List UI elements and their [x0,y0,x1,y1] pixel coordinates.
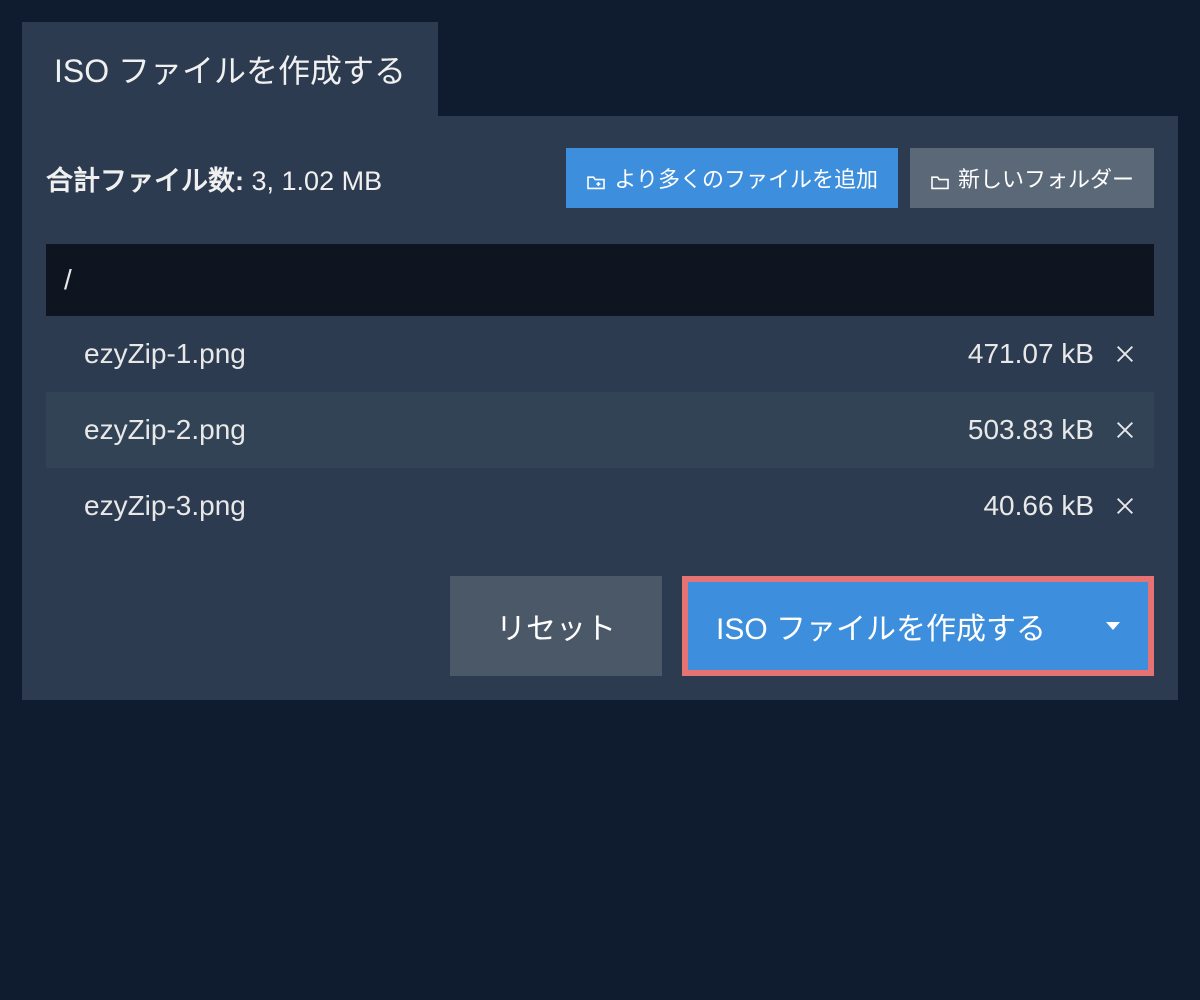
new-folder-label: 新しいフォルダー [958,162,1134,194]
new-folder-button[interactable]: 新しいフォルダー [910,148,1154,208]
create-iso-highlight: ISO ファイルを作成する [682,576,1154,676]
footer-row: リセット ISO ファイルを作成する [46,576,1154,676]
file-count-value: 3, 1.02 MB [252,166,383,196]
add-files-button[interactable]: より多くのファイルを追加 [566,148,898,208]
reset-button[interactable]: リセット [450,576,662,676]
folder-icon [930,170,950,186]
remove-file-icon[interactable] [1114,495,1136,517]
main-panel: 合計ファイル数: 3, 1.02 MB より多くのファイルを追加 [22,116,1178,700]
tab-create-iso[interactable]: ISO ファイルを作成する [22,22,438,116]
path-row[interactable]: / [46,244,1154,316]
caret-down-icon [1106,622,1120,630]
file-count-summary: 合計ファイル数: 3, 1.02 MB [46,159,382,198]
file-row-right: 503.83 kB [968,414,1136,446]
header-row: 合計ファイル数: 3, 1.02 MB より多くのファイルを追加 [46,148,1154,208]
header-buttons: より多くのファイルを追加 新しいフォルダー [566,148,1154,208]
tab-title: ISO ファイルを作成する [54,53,406,89]
current-path: / [64,264,72,295]
file-row: ezyZip-2.png 503.83 kB [46,392,1154,468]
file-count-label: 合計ファイル数: [46,166,244,196]
file-row: ezyZip-1.png 471.07 kB [46,316,1154,392]
folder-plus-icon [586,170,606,186]
file-row-right: 40.66 kB [983,490,1136,522]
remove-file-icon[interactable] [1114,343,1136,365]
file-size: 40.66 kB [983,490,1094,522]
reset-label: リセット [496,604,616,648]
file-size: 471.07 kB [968,338,1094,370]
file-list: / ezyZip-1.png 471.07 kB ezyZip-2.png 50… [46,244,1154,544]
create-iso-button[interactable]: ISO ファイルを作成する [688,582,1148,670]
add-files-label: より多くのファイルを追加 [614,162,878,194]
file-size: 503.83 kB [968,414,1094,446]
file-name: ezyZip-2.png [84,414,246,446]
create-iso-label: ISO ファイルを作成する [716,604,1046,648]
file-name: ezyZip-3.png [84,490,246,522]
remove-file-icon[interactable] [1114,419,1136,441]
file-row: ezyZip-3.png 40.66 kB [46,468,1154,544]
file-row-right: 471.07 kB [968,338,1136,370]
file-name: ezyZip-1.png [84,338,246,370]
